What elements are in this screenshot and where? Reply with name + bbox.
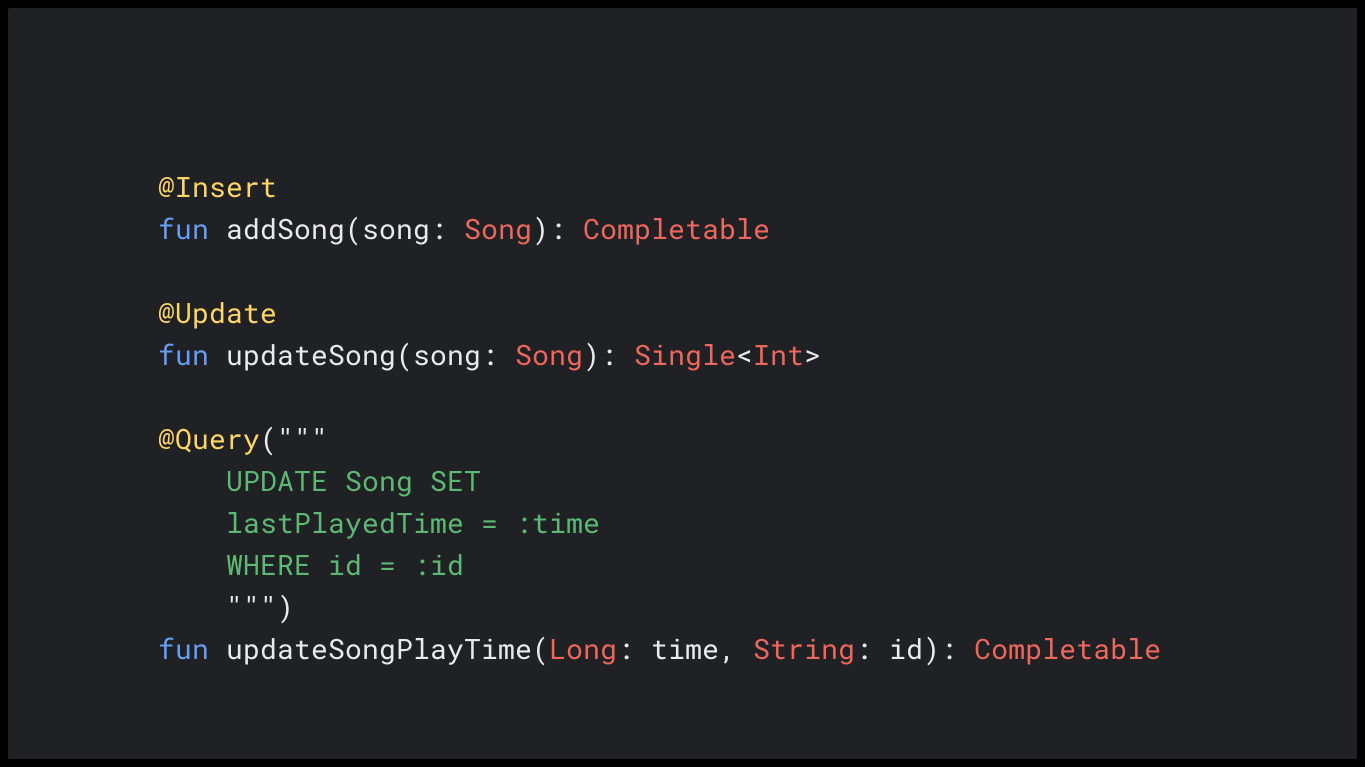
- angle-close: >: [804, 336, 821, 373]
- param-mid: : time,: [617, 630, 753, 667]
- paren-close: ): [277, 588, 294, 625]
- type-song: Song: [464, 210, 532, 247]
- triple-quote: """: [277, 420, 328, 457]
- sql-line: UPDATE Song SET: [158, 462, 481, 499]
- sql-line: lastPlayedTime = :time: [158, 504, 600, 541]
- ret-sep: ):: [532, 210, 583, 247]
- keyword-fun: fun: [158, 336, 209, 373]
- type-string: String: [753, 630, 855, 667]
- sql-indent: [158, 588, 226, 625]
- annotation-insert: @Insert: [158, 168, 277, 205]
- annotation-update: @Update: [158, 294, 277, 331]
- type-single: Single: [634, 336, 736, 373]
- angle-open: <: [736, 336, 753, 373]
- triple-quote: """: [226, 588, 277, 625]
- type-int: Int: [753, 336, 804, 373]
- type-completable: Completable: [974, 630, 1161, 667]
- keyword-fun: fun: [158, 630, 209, 667]
- fn-updatesongplaytime: updateSongPlayTime(: [209, 630, 549, 667]
- fn-updatesong: updateSong(song: [209, 336, 481, 373]
- ret-sep: ):: [583, 336, 634, 373]
- keyword-fun: fun: [158, 210, 209, 247]
- code-slide: @Insert fun addSong(song: Song): Complet…: [8, 8, 1357, 759]
- paren-open: (: [260, 420, 277, 457]
- sql-line: WHERE id = :id: [158, 546, 464, 583]
- type-completable: Completable: [583, 210, 770, 247]
- fn-addsong: addSong(song: [209, 210, 430, 247]
- type-long: Long: [549, 630, 617, 667]
- type-song: Song: [515, 336, 583, 373]
- param-mid: : id):: [855, 630, 974, 667]
- colon: :: [481, 336, 515, 373]
- code-block: @Insert fun addSong(song: Song): Complet…: [8, 8, 1357, 670]
- annotation-query: @Query: [158, 420, 260, 457]
- colon: :: [430, 210, 464, 247]
